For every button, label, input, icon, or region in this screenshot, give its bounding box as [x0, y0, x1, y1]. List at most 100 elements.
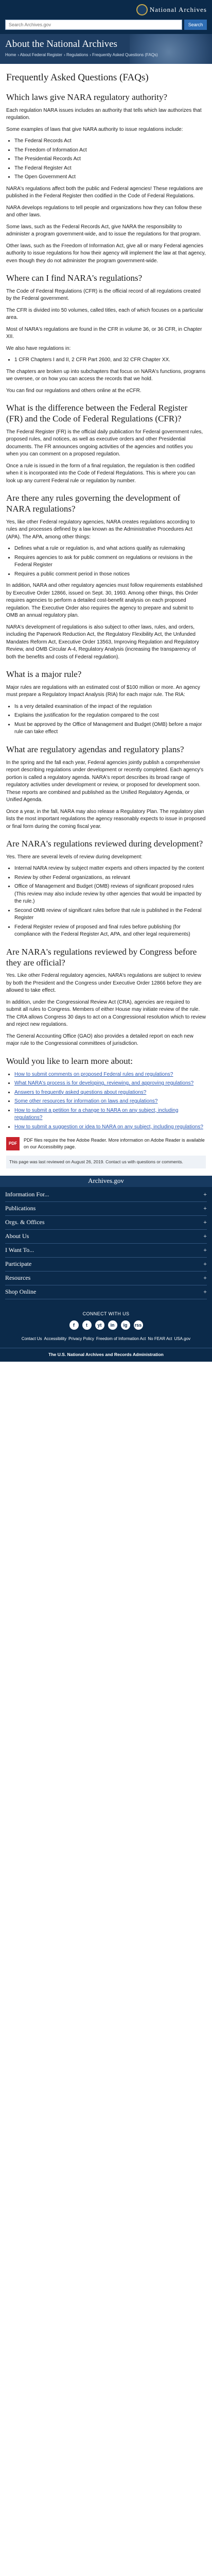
footer-small-link[interactable]: Accessibility	[44, 1336, 67, 1341]
faq-section: What is the difference between the Feder…	[6, 403, 206, 485]
list-item: Internal NARA review by subject matter e…	[14, 865, 206, 873]
paragraph: The CFR is divided into 50 volumes, call…	[6, 307, 203, 321]
logo[interactable]: National Archives	[5, 3, 207, 16]
footer-site-name: Archives.gov	[0, 1175, 212, 1187]
search-input[interactable]	[5, 20, 182, 30]
footer-nav-label: I Want To...	[5, 1246, 34, 1253]
list-item: Explains the justification for the regul…	[14, 712, 206, 720]
paragraph: NARA's regulations affect both the publi…	[6, 185, 203, 199]
breadcrumb-home[interactable]: Home	[5, 53, 16, 57]
footer-nav-item[interactable]: Information For... +	[5, 1188, 207, 1202]
breadcrumb: Home › About Federal Register › Regulation…	[5, 52, 158, 57]
pdf-note-text: PDF files require the free Adobe Reader.…	[24, 1138, 205, 1150]
footer-small-link[interactable]: Freedom of Information Act	[96, 1336, 146, 1341]
footer-links: Information For... + Publications + Orgs. & …	[0, 1187, 212, 1300]
footer-small-link[interactable]: USA.gov	[174, 1336, 191, 1341]
paragraph: The Code of Federal Regulations (CFR) is…	[6, 288, 201, 302]
plus-icon: +	[203, 1287, 207, 1295]
plus-icon: +	[203, 1246, 207, 1253]
plus-icon: +	[203, 1274, 207, 1281]
related-link[interactable]: Some other resources for information on …	[14, 1098, 157, 1104]
plus-icon: +	[203, 1218, 207, 1226]
list-item: Requires agencies to ask for public comm…	[14, 554, 206, 569]
footer-nav-label: Resources	[5, 1274, 31, 1281]
section-heading: What is a major rule?	[6, 669, 82, 680]
footer-nav-label: Information For...	[5, 1190, 49, 1198]
list-item: The Presidential Records Act	[14, 156, 206, 163]
list-item: Must be approved by the Office of Manage…	[14, 721, 206, 736]
related-heading: Would you like to learn more about:	[6, 1056, 133, 1066]
site-header: National Archives Search	[0, 0, 212, 34]
section-heading: Are NARA's regulations reviewed by Congr…	[6, 946, 197, 968]
bullet-list: The Federal Records Act The Freedom of In…	[14, 138, 206, 181]
faq-section: What are regulatory agendas and regulato…	[6, 744, 206, 831]
related-item: How to submit comments on proposed Feder…	[14, 1071, 206, 1079]
section-heading: Are NARA's regulations reviewed during d…	[6, 839, 203, 849]
paragraph: Each regulation NARA issues includes an …	[6, 107, 202, 121]
archives-seal-icon	[136, 4, 148, 15]
footer-nav-item[interactable]: Orgs. & Offices +	[5, 1216, 207, 1230]
footer-nav-item[interactable]: Participate +	[5, 1258, 207, 1272]
related-link[interactable]: How to submit a suggestion or idea to NA…	[14, 1124, 203, 1130]
social-icon[interactable]: in	[108, 1320, 117, 1330]
faq-section: Which laws give NARA regulatory authorit…	[6, 92, 206, 265]
faq-section: Are NARA's regulations reviewed during d…	[6, 839, 206, 939]
breadcrumb-current: Frequently Asked Questions (FAQs)	[92, 52, 158, 57]
main-content: Frequently Asked Questions (FAQs) Which …	[0, 64, 212, 1168]
list-item: The Open Government Act	[14, 174, 206, 181]
related-link[interactable]: What NARA's process is for developing, r…	[14, 1080, 193, 1086]
related-link[interactable]: Answers to frequently asked questions ab…	[14, 1090, 146, 1095]
logo-text: National Archives	[149, 5, 207, 13]
section-heading: Which laws give NARA regulatory authorit…	[6, 92, 168, 102]
footer-small-link[interactable]: No FEAR Act	[148, 1336, 172, 1341]
paragraph: NARA's development of regulations is als…	[6, 624, 199, 660]
paragraph: In addition, NARA and other regulatory a…	[6, 583, 203, 619]
paragraph: Once a rule is issued in the form of a f…	[6, 463, 196, 484]
plus-icon: +	[203, 1190, 207, 1198]
paragraph: The chapters are broken up into subchapt…	[6, 368, 206, 382]
paragraph: Some examples of laws that give NARA aut…	[6, 126, 183, 132]
related-link[interactable]: How to submit a petition for a change to…	[14, 1108, 179, 1121]
faq-section: Where can I find NARA's regulations? The …	[6, 273, 206, 395]
social-icon[interactable]: ig	[120, 1320, 130, 1330]
bullet-list: Defines what a rule or regulation is, an…	[14, 545, 206, 578]
footer-nav-label: Orgs. & Offices	[5, 1218, 45, 1226]
social-icon[interactable]: f	[69, 1320, 79, 1330]
plus-icon: +	[203, 1232, 207, 1240]
social-icon[interactable]: t	[82, 1320, 92, 1330]
paragraph: NARA develops regulations to tell people…	[6, 205, 202, 218]
footer-small-link[interactable]: Contact Us	[22, 1336, 42, 1341]
footer-nav-item[interactable]: About Us +	[5, 1230, 207, 1244]
list-item: Is a very detailed examination of the im…	[14, 703, 206, 711]
footer-nav-item[interactable]: Shop Online +	[5, 1285, 207, 1299]
page-title: Frequently Asked Questions (FAQs)	[6, 72, 149, 83]
footer-copyright: The U.S. National Archives and Records A…	[0, 1348, 212, 1362]
faq-section: What is a major rule? Major rules are reg…	[6, 669, 206, 736]
paragraph: Other laws, such as the Freedom of Infor…	[6, 243, 206, 264]
footer-nav-label: Publications	[5, 1204, 36, 1212]
list-item: The Freedom of Information Act	[14, 147, 206, 155]
paragraph: Once a year, in the fall, NARA may also …	[6, 808, 206, 829]
breadcrumb-federal-register[interactable]: About Federal Register	[20, 53, 62, 57]
pdf-note: PDF PDF files require the free Adobe Rea…	[6, 1137, 206, 1151]
section-heading: Where can I find NARA's regulations?	[6, 273, 143, 283]
bullet-list: Is a very detailed examination of the im…	[14, 703, 206, 736]
footer-small-links: Contact Us Accessibility Privacy Policy Fre…	[0, 1336, 212, 1348]
footer-nav-item[interactable]: Publications +	[5, 1202, 207, 1216]
paragraph: You can find our regulations and others …	[6, 387, 142, 394]
footer-small-link[interactable]: Privacy Policy	[68, 1336, 94, 1341]
related-item: Answers to frequently asked questions ab…	[14, 1089, 206, 1097]
bullet-list: 1 CFR Chapters I and II, 2 CFR Part 2600…	[14, 357, 206, 364]
related-link[interactable]: How to submit comments on proposed Feder…	[14, 1072, 173, 1077]
footer-nav-item[interactable]: I Want To... +	[5, 1244, 207, 1258]
faq-sections: Which laws give NARA regulatory authorit…	[6, 92, 206, 1048]
section-heading: Are there any rules governing the develo…	[6, 493, 181, 514]
paragraph: Most of NARA's regulations are found in …	[6, 326, 202, 340]
list-item: Defines what a rule or regulation is, an…	[14, 545, 206, 553]
footer-nav-item[interactable]: Resources +	[5, 1272, 207, 1285]
social-icon[interactable]: yt	[95, 1320, 104, 1330]
breadcrumb-regulations[interactable]: Regulations	[66, 53, 88, 57]
social-icon[interactable]: rss	[133, 1320, 143, 1330]
paragraph: Some laws, such as the Federal Records A…	[6, 224, 201, 238]
search-button[interactable]: Search	[184, 20, 207, 30]
